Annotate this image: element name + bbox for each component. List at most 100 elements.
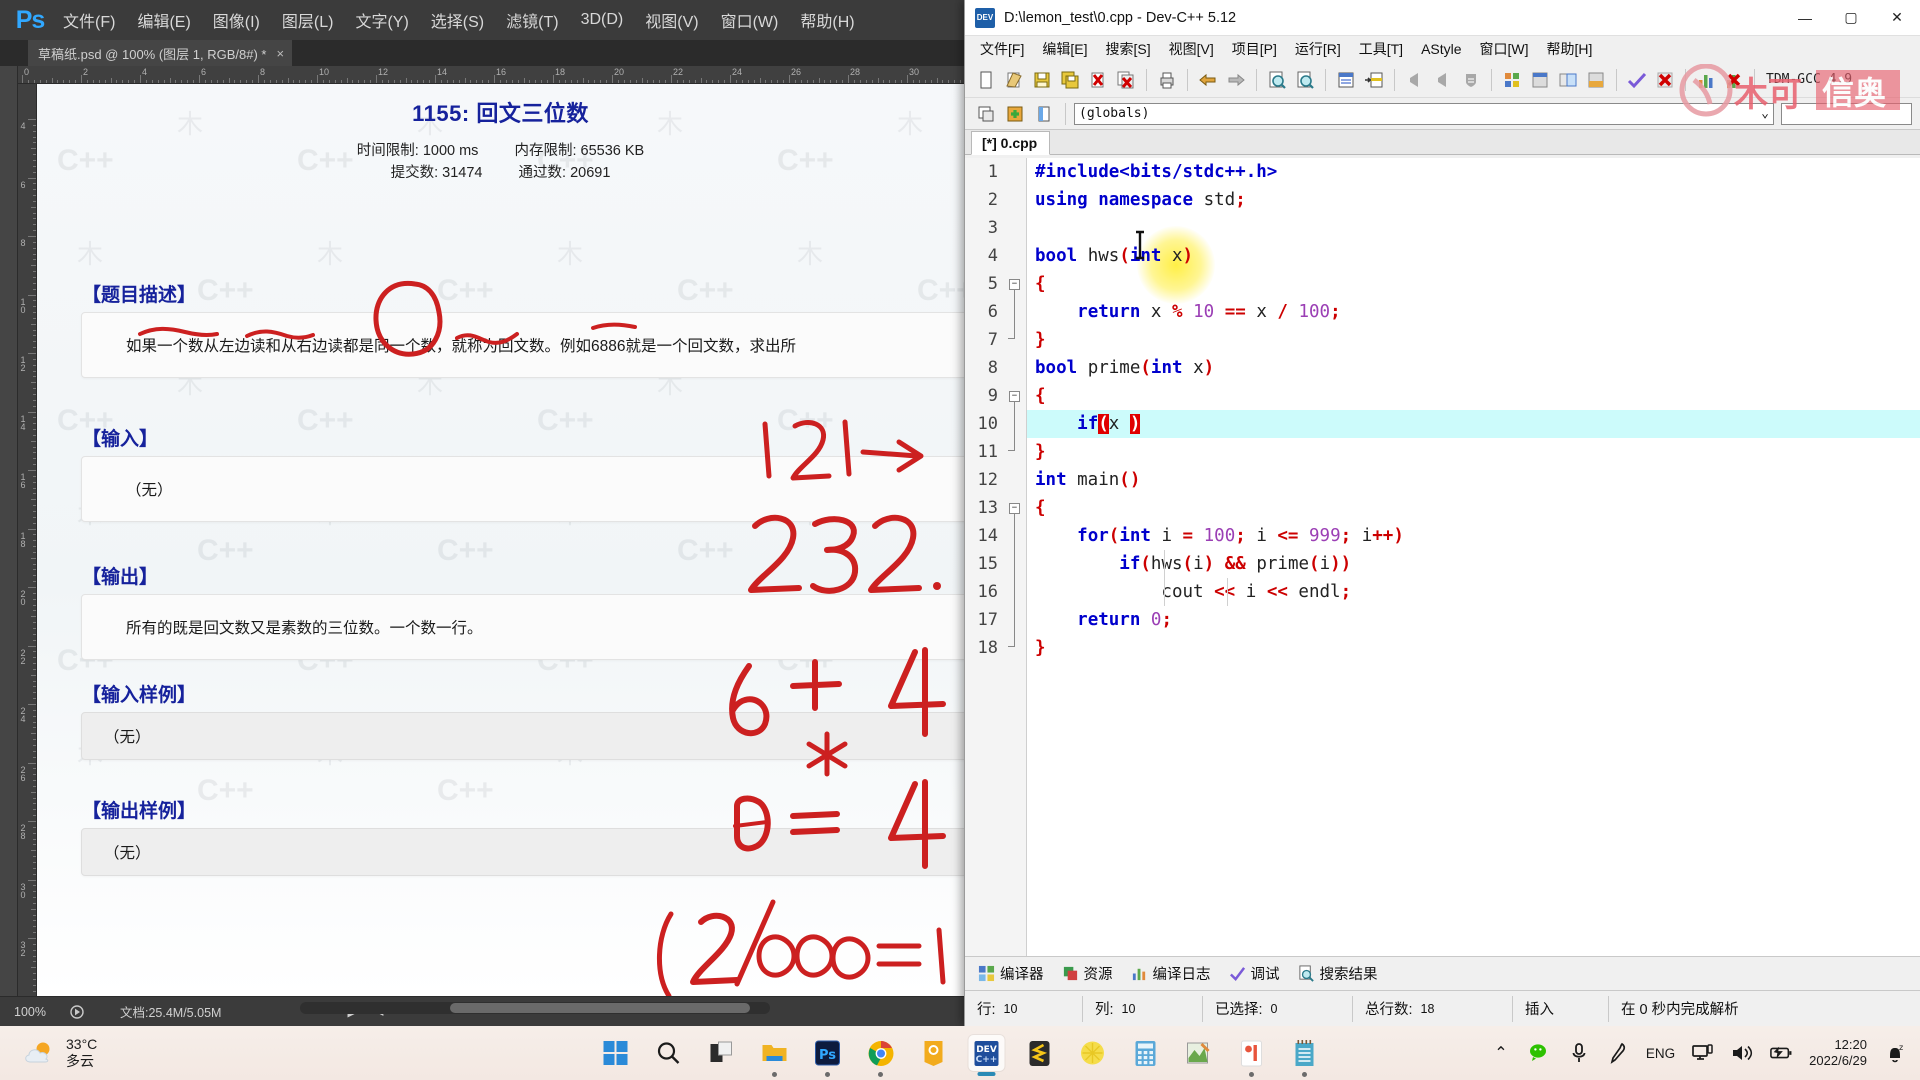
code-editor[interactable]: 1 2 3 4 5 6 7 8 9 10 11 12 13 14 15 16 1… <box>965 158 1920 956</box>
ps-menu-3d[interactable]: 3D(D) <box>570 7 635 33</box>
new-project-icon[interactable] <box>973 101 999 127</box>
photoshop-tool-column[interactable] <box>0 66 18 996</box>
zoom-level[interactable]: 100% <box>0 1002 60 1022</box>
panel-tab-find-results[interactable]: 搜索结果 <box>1291 960 1385 987</box>
dev-menu-project[interactable]: 项目[P] <box>1223 36 1286 62</box>
close-file-icon[interactable] <box>1085 67 1111 93</box>
ps-menu-window[interactable]: 窗口(W) <box>710 4 790 36</box>
delete-profile-icon[interactable] <box>1721 67 1747 93</box>
find-icon[interactable] <box>1264 67 1290 93</box>
ps-menu-view[interactable]: 视图(V) <box>634 4 709 36</box>
ps-menu-help[interactable]: 帮助(H) <box>789 4 865 36</box>
save-all-icon[interactable] <box>1057 67 1083 93</box>
back-icon[interactable] <box>1402 67 1428 93</box>
taskbar-chrome-button[interactable] <box>863 1035 899 1077</box>
taskbar-weather-widget[interactable]: 33°C 多云 <box>0 1036 300 1070</box>
taskbar-explorer-button[interactable] <box>757 1035 793 1077</box>
dev-menu-view[interactable]: 视图[V] <box>1160 36 1223 62</box>
chevron-down-icon[interactable]: ⌄ <box>1761 106 1769 121</box>
taskbar-notepad-button[interactable] <box>1287 1035 1323 1077</box>
shield-icon[interactable] <box>1458 67 1484 93</box>
panel-tab-debug[interactable]: 调试 <box>1222 960 1287 987</box>
dev-menu-edit[interactable]: 编辑[E] <box>1033 36 1096 62</box>
dev-menu-help[interactable]: 帮助[H] <box>1538 36 1602 62</box>
goto-line-icon[interactable] <box>1333 67 1359 93</box>
taskbar-notes-button[interactable] <box>916 1035 952 1071</box>
panel-tab-compiler[interactable]: 编译器 <box>971 960 1051 987</box>
save-icon[interactable] <box>1029 67 1055 93</box>
compiler-selector[interactable]: TDM-GCC 4.9 <box>1762 72 1852 87</box>
undo-icon[interactable] <box>1195 67 1221 93</box>
ps-menu-filter[interactable]: 滤镜(T) <box>495 4 569 36</box>
insert-icon[interactable] <box>1361 67 1387 93</box>
canvas-horizontal-scrollbar[interactable] <box>300 1002 770 1014</box>
taskbar-calculator-button[interactable] <box>1128 1035 1164 1071</box>
close-all-icon[interactable] <box>1113 67 1139 93</box>
code-text-area[interactable]: #include<bits/stdc++.h> using namespace … <box>1027 158 1920 956</box>
ruler-tick <box>33 165 36 167</box>
print-icon[interactable] <box>1154 67 1180 93</box>
minimize-button[interactable]: — <box>1782 0 1828 36</box>
taskbar-start-button[interactable] <box>598 1035 634 1071</box>
taskbar-taskview-button[interactable] <box>704 1035 740 1071</box>
maximize-button[interactable]: ▢ <box>1828 0 1874 36</box>
ps-menu-edit[interactable]: 编辑(E) <box>126 4 201 36</box>
fold-toggle-line9[interactable]: − <box>1009 391 1020 402</box>
pen-icon[interactable] <box>1607 1042 1629 1064</box>
new-file-icon[interactable] <box>973 67 999 93</box>
notification-bell-icon[interactable]: z <box>1884 1042 1906 1064</box>
ps-menu-image[interactable]: 图像(I) <box>202 4 271 36</box>
network-icon[interactable] <box>1692 1042 1714 1064</box>
wechat-icon[interactable] <box>1529 1042 1551 1064</box>
run-icon[interactable] <box>1527 67 1553 93</box>
taskbar-clock[interactable]: 12:20 2022/6/29 <box>1809 1037 1867 1069</box>
taskbar-sublime-button[interactable] <box>1022 1035 1058 1071</box>
close-icon[interactable]: × <box>277 46 285 61</box>
ruler-tick <box>33 171 36 173</box>
redo-icon[interactable] <box>1223 67 1249 93</box>
open-file-icon[interactable] <box>1001 67 1027 93</box>
secondary-input-field[interactable] <box>1781 102 1912 125</box>
dev-menu-astyle[interactable]: AStyle <box>1412 38 1470 60</box>
language-indicator[interactable]: ENG <box>1646 1042 1675 1064</box>
compile-icon[interactable] <box>1499 67 1525 93</box>
profile-icon[interactable] <box>1693 67 1719 93</box>
fold-toggle-line13[interactable]: − <box>1009 503 1020 514</box>
battery-icon[interactable] <box>1770 1042 1792 1064</box>
panel-tab-log[interactable]: 编译日志 <box>1124 960 1218 987</box>
add-to-project-icon[interactable] <box>1002 101 1028 127</box>
dev-menu-search[interactable]: 搜索[S] <box>1096 36 1159 62</box>
preview-icon[interactable] <box>60 1002 94 1022</box>
dev-menu-run[interactable]: 运行[R] <box>1286 36 1350 62</box>
dev-menu-tools[interactable]: 工具[T] <box>1350 36 1412 62</box>
stop-execution-icon[interactable] <box>1652 67 1678 93</box>
scope-combobox[interactable]: (globals) ⌄ <box>1074 102 1774 125</box>
taskbar-devcpp-button[interactable]: DEV C++ <box>968 1035 1005 1076</box>
photoshop-canvas[interactable]: C++ 木 C++ 木 C++ 木 C++ 木 木 C++ 木 C++ 木 C+… <box>37 84 964 996</box>
ps-menu-select[interactable]: 选择(S) <box>420 4 495 36</box>
find-next-icon[interactable] <box>1292 67 1318 93</box>
panel-tab-resource[interactable]: 资源 <box>1055 960 1120 987</box>
taskbar-wps-button[interactable] <box>1234 1035 1270 1077</box>
compile-run-icon[interactable] <box>1555 67 1581 93</box>
project-panel-icon[interactable] <box>1031 101 1057 127</box>
dev-menu-file[interactable]: 文件[F] <box>971 36 1033 62</box>
photoshop-document-tab[interactable]: 草稿纸.psd @ 100% (图层 1, RGB/8#) * × <box>28 40 294 66</box>
ps-menu-file[interactable]: 文件(F) <box>52 4 126 36</box>
file-tab-0cpp[interactable]: [*] 0.cpp <box>971 131 1051 155</box>
dev-menu-window[interactable]: 窗口[W] <box>1471 36 1538 62</box>
ps-menu-layer[interactable]: 图层(L) <box>271 4 345 36</box>
taskbar-paint-button[interactable] <box>1181 1035 1217 1071</box>
microphone-icon[interactable] <box>1568 1042 1590 1064</box>
taskbar-photoshop-button[interactable]: Ps <box>810 1035 846 1077</box>
taskbar-search-button[interactable] <box>651 1035 687 1071</box>
tray-expand-chevron-icon[interactable]: ⌃ <box>1490 1042 1512 1064</box>
ps-menu-type[interactable]: 文字(Y) <box>344 4 419 36</box>
syntax-check-icon[interactable] <box>1624 67 1650 93</box>
volume-icon[interactable] <box>1731 1042 1753 1064</box>
forward-icon[interactable] <box>1430 67 1456 93</box>
close-button[interactable]: ✕ <box>1874 0 1920 36</box>
fold-toggle-line5[interactable]: − <box>1009 279 1020 290</box>
taskbar-lemon-button[interactable] <box>1075 1035 1111 1071</box>
rebuild-icon[interactable] <box>1583 67 1609 93</box>
